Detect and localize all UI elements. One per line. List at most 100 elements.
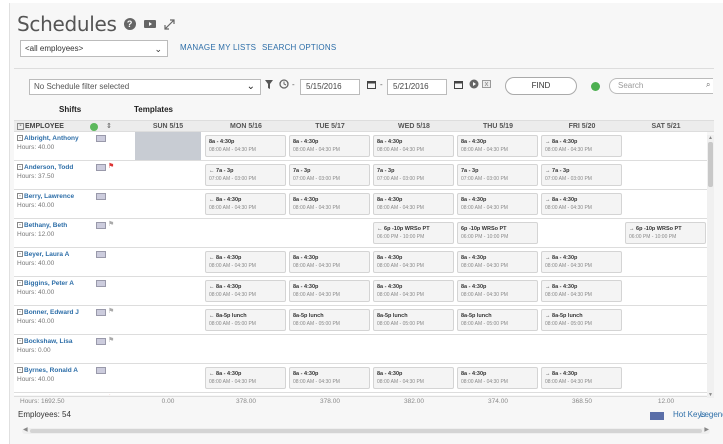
day-header-thu[interactable]: THU 5/19 — [456, 121, 540, 132]
employee-card-icon[interactable] — [96, 135, 106, 142]
employee-name[interactable]: - Byrnes, Ronald A — [17, 367, 124, 374]
employee-card-icon[interactable] — [96, 193, 106, 200]
flag-icon[interactable]: ⚑ — [108, 308, 114, 316]
employee-card-icon[interactable] — [96, 222, 106, 229]
collapse-icon[interactable]: - — [17, 309, 23, 316]
shift-card[interactable]: → 8a - 4:30p 08:00 AM - 04:30 PM — [541, 193, 622, 215]
shift-card[interactable]: → 8a - 4:30p 08:00 AM - 04:30 PM — [541, 135, 622, 157]
collapse-icon[interactable]: - — [17, 135, 23, 142]
flag-icon[interactable]: ⚑ — [108, 221, 114, 229]
video-icon[interactable] — [143, 17, 157, 31]
employee-card-icon[interactable] — [96, 164, 106, 171]
sort-icon[interactable]: ⇕ — [106, 121, 112, 132]
flag-icon[interactable]: ⚑ — [108, 163, 114, 171]
shift-card[interactable]: 7a - 3p 07:00 AM - 03:00 PM — [457, 164, 538, 186]
clear-icon[interactable] — [482, 80, 491, 91]
vertical-scrollbar[interactable]: ▲ ▼ — [707, 135, 714, 398]
shift-card[interactable]: 8a - 4:30p 08:00 AM - 04:30 PM — [457, 193, 538, 215]
manage-my-lists-link[interactable]: MANAGE MY LISTS — [180, 43, 256, 52]
shift-card[interactable]: ← 8a-5p lunch 08:00 AM - 05:00 PM — [205, 309, 286, 331]
shift-card[interactable]: ← 8a - 4:30p 08:00 AM - 04:30 PM — [205, 193, 286, 215]
history-icon[interactable] — [279, 79, 289, 92]
shift-card[interactable]: 8a - 4:30p 08:00 AM - 04:30 PM — [289, 135, 370, 157]
shift-card[interactable]: 8a - 4:30p 08:00 AM - 04:30 PM — [373, 251, 454, 273]
scroll-thumb[interactable] — [30, 429, 702, 433]
shift-card[interactable]: 8a - 4:30p 08:00 AM - 04:30 PM — [289, 280, 370, 302]
collapse-icon[interactable]: - — [17, 251, 23, 258]
shift-card[interactable]: 6p -10p WRSo PT 06:00 PM - 10:00 PM — [457, 222, 538, 244]
shift-card[interactable]: 7a - 3p 07:00 AM - 03:00 PM — [289, 164, 370, 186]
go-arrow-icon[interactable] — [469, 79, 479, 92]
shift-card[interactable]: → 6p -10p WRSo PT 06:00 PM - 10:00 PM — [625, 222, 706, 244]
shift-card[interactable]: 8a - 4:30p 08:00 AM - 04:30 PM — [289, 367, 370, 389]
shift-card[interactable]: 8a-5p lunch 08:00 AM - 05:00 PM — [373, 309, 454, 331]
search-options-link[interactable]: SEARCH OPTIONS — [262, 43, 336, 52]
collapse-icon[interactable]: - — [17, 222, 23, 229]
employee-card-icon[interactable] — [96, 251, 106, 258]
scroll-right-icon[interactable]: ▶ — [704, 426, 709, 433]
scroll-up-icon[interactable]: ▲ — [708, 135, 713, 141]
collapse-icon[interactable]: - — [17, 280, 23, 287]
day-header-fri[interactable]: FRI 5/20 — [540, 121, 624, 132]
shift-card[interactable]: → 8a-5p lunch 08:00 AM - 05:00 PM — [541, 309, 622, 331]
collapse-icon[interactable]: - — [17, 367, 23, 374]
day-header-sat[interactable]: SAT 5/21 — [624, 121, 708, 132]
shift-card[interactable]: ← 6p -10p WRSo PT 06:00 PM - 10:00 PM — [373, 222, 454, 244]
shift-card[interactable]: 8a - 4:30p 08:00 AM - 04:30 PM — [373, 280, 454, 302]
collapse-all-icon[interactable]: - — [17, 122, 24, 130]
end-date-input[interactable]: 5/21/2016 — [387, 79, 447, 95]
day-header-sun[interactable]: SUN 5/15 — [132, 121, 204, 132]
schedule-filter-select[interactable]: No Schedule filter selected ⌄ — [29, 79, 261, 95]
employee-cell[interactable]: - Albright, Anthony Hours: 40.00 — [14, 132, 124, 160]
expand-icon[interactable] — [163, 17, 177, 31]
day-header-tue[interactable]: TUE 5/17 — [288, 121, 372, 132]
add-employee-icon[interactable] — [90, 123, 98, 131]
scroll-thumb[interactable] — [708, 142, 713, 187]
employee-name[interactable]: - Berry, Lawrence — [17, 193, 124, 200]
employee-cell[interactable]: - Berry, Lawrence Hours: 40.00 — [14, 190, 124, 218]
shift-card[interactable]: ← 8a - 4:30p 08:00 AM - 04:30 PM — [205, 280, 286, 302]
shift-card[interactable]: 8a - 4:30p 08:00 AM - 04:30 PM — [457, 367, 538, 389]
scroll-down-icon[interactable]: ▼ — [708, 392, 713, 398]
tab-shifts[interactable]: Shifts — [59, 105, 81, 114]
shift-card[interactable]: 8a-5p lunch 08:00 AM - 05:00 PM — [457, 309, 538, 331]
shift-card[interactable]: 8a - 4:30p 08:00 AM - 04:30 PM — [457, 280, 538, 302]
employee-name[interactable]: - Beyer, Laura A — [17, 251, 124, 258]
shift-card[interactable]: 8a - 4:30p 08:00 AM - 04:30 PM — [457, 135, 538, 157]
shift-card[interactable]: → 8a - 4:30p 08:00 AM - 04:30 PM — [541, 251, 622, 273]
employee-card-icon[interactable] — [96, 367, 106, 374]
employee-name[interactable]: - Biggins, Peter A — [17, 280, 124, 287]
day-header-mon[interactable]: MON 5/16 — [204, 121, 288, 132]
shift-card[interactable]: 8a - 4:30p 08:00 AM - 04:30 PM — [373, 193, 454, 215]
search-icon[interactable]: ⌕ — [706, 80, 710, 90]
shift-card[interactable]: → 8a - 4:30p 08:00 AM - 04:30 PM — [541, 367, 622, 389]
scroll-left-icon[interactable]: ◀ — [23, 426, 28, 433]
selected-cell[interactable] — [135, 132, 201, 160]
search-input[interactable]: Search — [609, 78, 713, 94]
employee-cell[interactable]: - Byrnes, Ronald A Hours: 40.00 — [14, 364, 124, 392]
employee-cell[interactable]: - Biggins, Peter A Hours: 40.00 — [14, 277, 124, 305]
tab-templates[interactable]: Templates — [134, 105, 173, 114]
collapse-icon[interactable]: - — [17, 164, 23, 171]
shift-card[interactable]: ← 7a - 3p 07:00 AM - 03:00 PM — [205, 164, 286, 186]
shift-card[interactable]: 8a - 4:30p 08:00 AM - 04:30 PM — [205, 135, 286, 157]
employee-cell[interactable]: - Beyer, Laura A Hours: 40.00 — [14, 248, 124, 276]
shift-card[interactable]: 8a - 4:30p 08:00 AM - 04:30 PM — [373, 367, 454, 389]
collapse-icon[interactable]: - — [17, 193, 23, 200]
find-button[interactable]: FIND — [505, 77, 577, 95]
horizontal-scrollbar[interactable]: ◀ ▶ — [22, 426, 710, 434]
shift-card[interactable]: 7a - 3p 07:00 AM - 03:00 PM — [373, 164, 454, 186]
shift-card[interactable]: ← 8a - 4:30p 08:00 AM - 04:30 PM — [205, 367, 286, 389]
collapse-icon[interactable]: - — [17, 338, 23, 345]
shift-card[interactable]: ← 8a - 4:30p 08:00 AM - 04:30 PM — [205, 251, 286, 273]
calendar-icon[interactable] — [454, 80, 463, 91]
shift-card[interactable]: 8a - 4:30p 08:00 AM - 04:30 PM — [373, 135, 454, 157]
help-icon[interactable]: ? — [123, 17, 137, 31]
employee-name[interactable]: - Albright, Anthony — [17, 135, 124, 142]
employee-card-icon[interactable] — [96, 338, 106, 345]
shift-card[interactable]: → 7a - 3p 07:00 AM - 03:00 PM — [541, 164, 622, 186]
flag-icon[interactable]: ⚑ — [108, 337, 114, 345]
shift-card[interactable]: → 8a - 4:30p 08:00 AM - 04:30 PM — [541, 280, 622, 302]
shift-card[interactable]: 8a - 4:30p 08:00 AM - 04:30 PM — [289, 193, 370, 215]
day-header-wed[interactable]: WED 5/18 — [372, 121, 456, 132]
